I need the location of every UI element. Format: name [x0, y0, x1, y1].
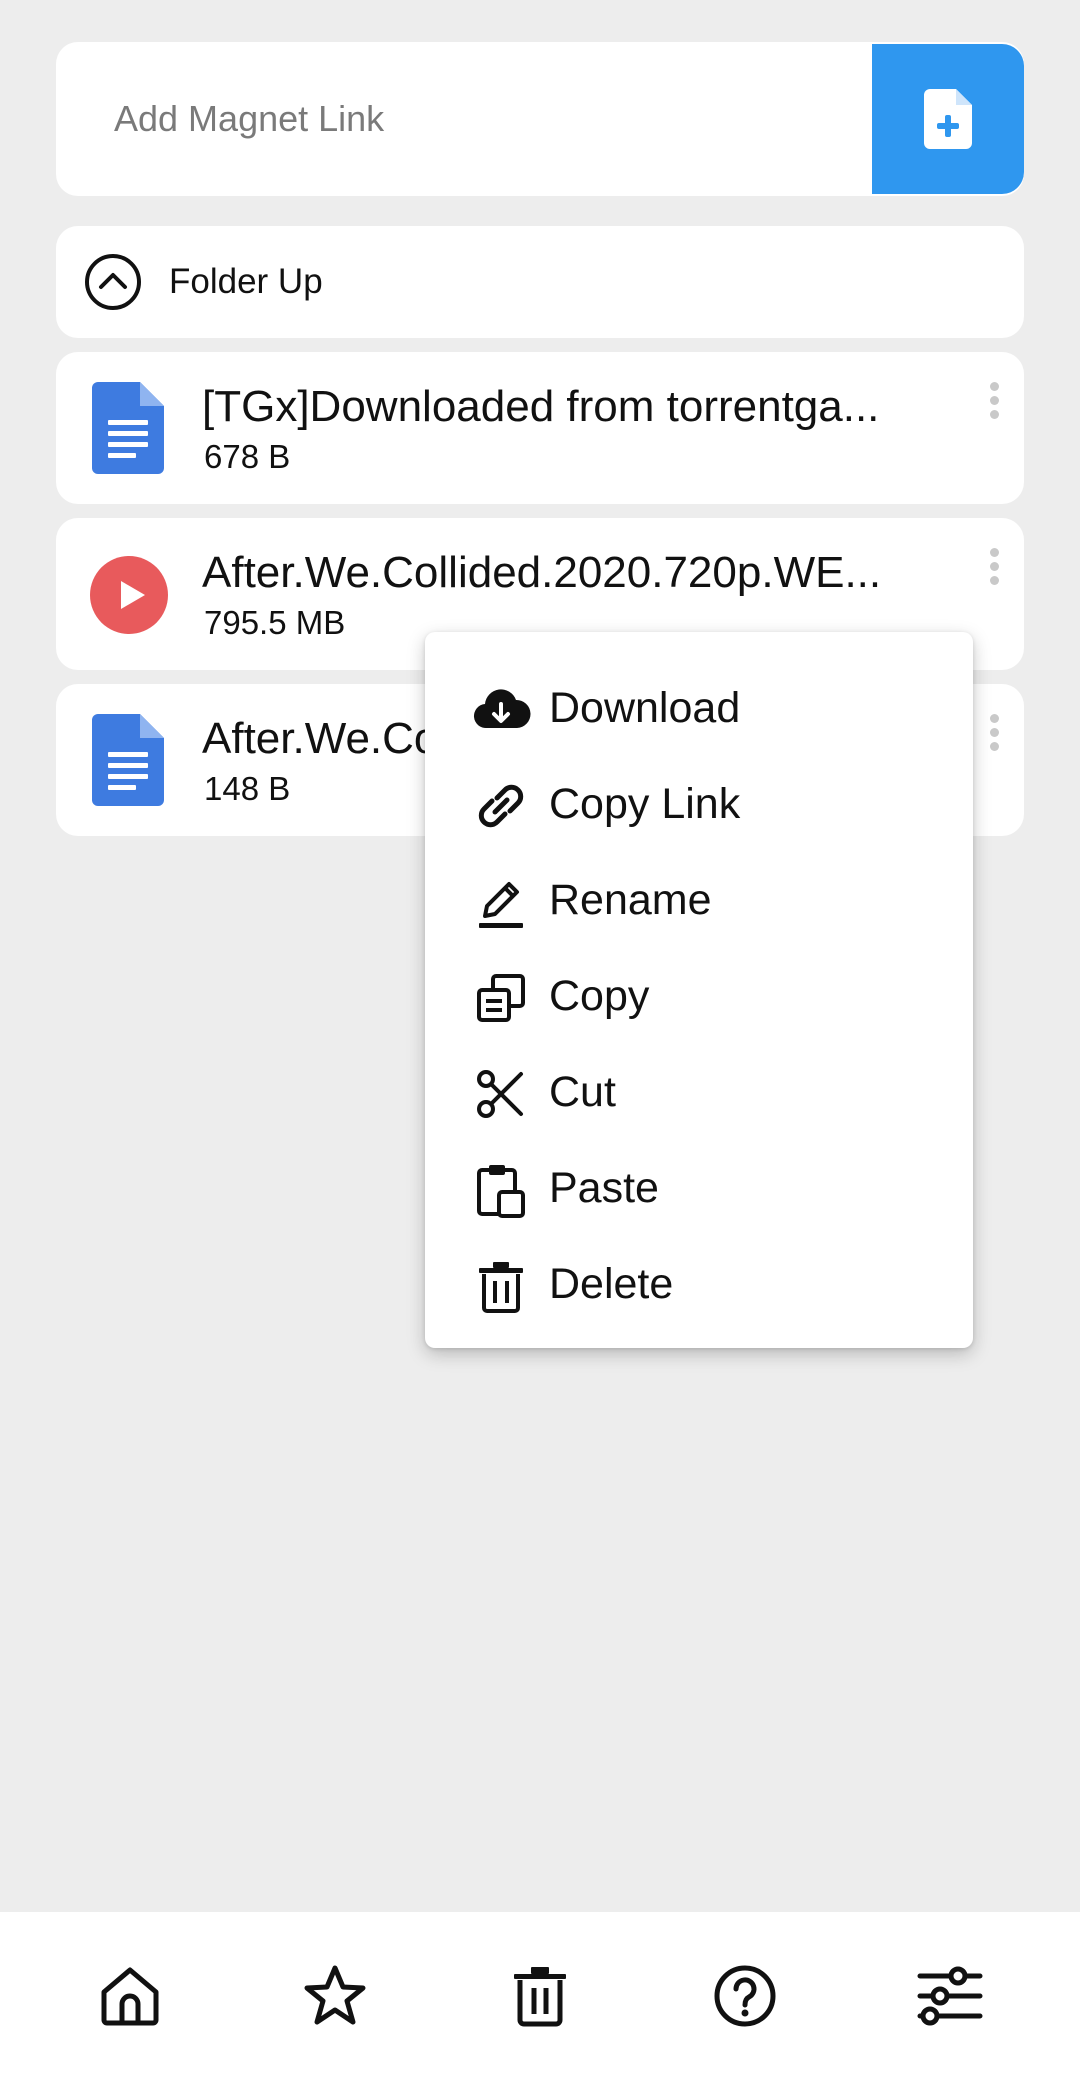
dot [989, 562, 999, 571]
dot [989, 396, 999, 405]
menu-item-label: Download [549, 684, 741, 732]
menu-item-label: Copy Link [549, 780, 741, 828]
trash-icon [514, 1967, 566, 2027]
file-name: After.We.Collided.2020.720p.WE... [202, 548, 882, 597]
menu-item-paste[interactable]: Paste [425, 1138, 973, 1234]
help-icon [714, 1965, 776, 2027]
menu-item-label: Rename [549, 876, 712, 924]
menu-item-rename[interactable]: Rename [425, 850, 973, 946]
dot [989, 714, 999, 723]
dot [989, 742, 999, 751]
file-size: 148 B [204, 770, 291, 807]
scissors-icon [477, 1070, 523, 1118]
menu-item-download[interactable]: Download [425, 658, 973, 754]
trash-icon [479, 1262, 523, 1313]
menu-item-copy[interactable]: Copy [425, 946, 973, 1042]
file-plus-icon [924, 89, 972, 149]
nav-favorites-button[interactable] [301, 1962, 369, 2030]
dot [989, 410, 999, 419]
more-options-button[interactable] [988, 548, 1000, 592]
menu-item-label: Delete [549, 1260, 674, 1308]
file-size: 795.5 MB [204, 604, 346, 641]
folder-up-label: Folder Up [169, 262, 323, 301]
more-options-button[interactable] [988, 714, 1000, 758]
magnet-link-input[interactable] [56, 42, 872, 196]
file-name: After.We.Co [202, 714, 439, 763]
home-icon [101, 1967, 159, 2026]
play-icon [90, 556, 168, 634]
document-icon [92, 382, 164, 474]
nav-settings-button[interactable] [916, 1962, 984, 2030]
paste-icon [477, 1165, 525, 1218]
dot [989, 548, 999, 557]
nav-home-button[interactable] [96, 1962, 164, 2030]
menu-item-copy-link[interactable]: Copy Link [425, 754, 973, 850]
nav-trash-button[interactable] [506, 1962, 574, 2030]
file-name: [TGx]Downloaded from torrentga... [202, 382, 880, 431]
menu-item-label: Copy [549, 972, 650, 1020]
bottom-navigation [0, 1912, 1080, 2075]
star-icon [304, 1965, 366, 2025]
more-options-button[interactable] [988, 382, 1000, 426]
dot [989, 576, 999, 585]
menu-item-label: Paste [549, 1164, 659, 1212]
nav-help-button[interactable] [711, 1962, 779, 2030]
folder-up-button[interactable]: Folder Up [56, 226, 1024, 338]
context-menu: Download Copy Link Rename Copy Cut Paste… [425, 632, 973, 1348]
copy-icon [477, 974, 525, 1022]
magnet-link-bar [56, 42, 1024, 196]
pencil-icon [479, 882, 523, 928]
menu-item-cut[interactable]: Cut [425, 1042, 973, 1138]
settings-sliders-icon [917, 1966, 983, 2026]
add-magnet-button[interactable] [872, 44, 1024, 194]
dot [989, 382, 999, 391]
cloud-download-icon [473, 689, 531, 729]
chevron-up-circle-icon [85, 254, 141, 310]
file-row[interactable]: [TGx]Downloaded from torrentga... 678 B [56, 352, 1024, 504]
link-icon [478, 784, 524, 828]
menu-item-delete[interactable]: Delete [425, 1234, 973, 1330]
document-icon [92, 714, 164, 806]
dot [989, 728, 999, 737]
menu-item-label: Cut [549, 1068, 616, 1116]
file-size: 678 B [204, 438, 291, 475]
